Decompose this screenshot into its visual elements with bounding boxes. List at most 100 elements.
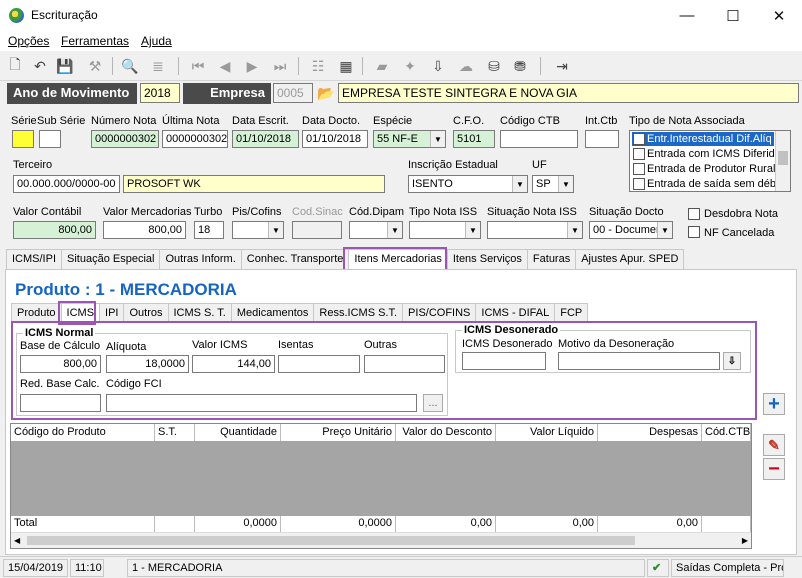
red-base-calc-input[interactable]: [20, 394, 101, 412]
col-valor-desconto[interactable]: Valor do Desconto: [396, 424, 496, 441]
cloud-icon[interactable]: ☁: [456, 56, 476, 76]
col-valor-liquido[interactable]: Valor Líquido: [496, 424, 598, 441]
tipo-nota-checkbox-3[interactable]: [633, 178, 645, 190]
valor-mercadorias-input[interactable]: 800,00: [103, 221, 186, 239]
aliquota-input[interactable]: 18,0000: [106, 355, 189, 373]
ie-select[interactable]: ISENTO ▼: [408, 175, 528, 193]
menu-ferramentas[interactable]: Ferramentas: [61, 34, 129, 48]
subtab-fcp[interactable]: FCP: [554, 303, 589, 323]
cfo-input[interactable]: 5101: [453, 130, 495, 148]
tree-icon[interactable]: ☷: [308, 56, 328, 76]
tab-itens-servicos[interactable]: Itens Serviços: [446, 249, 528, 269]
desdobra-checkbox[interactable]: [688, 208, 700, 220]
valor-contabil-input[interactable]: 800,00: [13, 221, 96, 239]
serie-input[interactable]: [12, 130, 34, 148]
tipo-nota-scrollbar[interactable]: [775, 131, 790, 191]
tipo-nota-item-2[interactable]: Entrada de Produtor Rural: [647, 163, 775, 175]
tipo-nota-checkbox-2[interactable]: [633, 163, 645, 175]
tab-ajustes-apur-sped[interactable]: Ajustes Apur. SPED: [575, 249, 685, 269]
tab-icms-ipi[interactable]: ICMS/IPI: [6, 249, 63, 269]
motivo-desoneracao-input[interactable]: [558, 352, 720, 370]
empresa-code-input[interactable]: 0005: [273, 83, 313, 103]
new-document-icon[interactable]: 🗋: [5, 56, 25, 76]
remove-button[interactable]: −: [763, 458, 785, 480]
codigo-fci-input[interactable]: [106, 394, 417, 412]
tab-faturas[interactable]: Faturas: [526, 249, 577, 269]
codigo-fci-lookup-button[interactable]: ...: [423, 394, 443, 412]
last-record-icon[interactable]: ⏭: [270, 56, 290, 76]
tab-outras-inform[interactable]: Outras Inform.: [159, 249, 242, 269]
outras-input[interactable]: [364, 355, 445, 373]
maximize-button[interactable]: ☐: [710, 0, 756, 31]
col-cod-ctb[interactable]: Cód.CTB: [702, 424, 751, 441]
subtab-icms-difal[interactable]: ICMS - DIFAL: [475, 303, 556, 323]
tipo-nota-iss-select[interactable]: ▼: [409, 221, 481, 239]
ultima-nota-input[interactable]: 0000000302: [162, 130, 228, 148]
exit-icon[interactable]: ⇥: [552, 56, 572, 76]
situacao-docto-select[interactable]: 00 - Documen ▼: [589, 221, 673, 239]
scroll-left-icon[interactable]: ◀: [14, 536, 20, 545]
tipo-nota-list[interactable]: Entr.Interestadual Dif.Alíq Entrada com …: [629, 130, 791, 192]
tipo-nota-item-0[interactable]: Entr.Interestadual Dif.Alíq: [647, 133, 772, 145]
scroll-thumb[interactable]: [27, 536, 635, 545]
col-st[interactable]: S.T.: [155, 424, 195, 441]
minimize-button[interactable]: —: [664, 0, 710, 31]
col-despesas[interactable]: Despesas: [598, 424, 702, 441]
grid-horizontal-scrollbar[interactable]: ◀ ▶: [11, 532, 751, 548]
subserie-input[interactable]: [39, 130, 61, 148]
tab-conhec-transporte[interactable]: Conhec. Transporte: [240, 249, 350, 269]
calculator-icon[interactable]: ▦: [336, 56, 356, 76]
tipo-nota-item-3[interactable]: Entrada de saída sem débi: [647, 178, 778, 190]
data-docto-input[interactable]: 01/10/2018: [302, 130, 368, 148]
uf-select[interactable]: SP ▼: [532, 175, 574, 193]
preview-icon[interactable]: 🔍: [120, 56, 140, 76]
coddipam-select[interactable]: ▼: [349, 221, 403, 239]
col-codigo-produto[interactable]: Código do Produto: [11, 424, 155, 441]
ano-input[interactable]: 2018: [140, 83, 180, 103]
empresa-name-input[interactable]: EMPRESA TESTE SINTEGRA E NOVA GIA: [338, 83, 799, 103]
subtab-ress-icms-st[interactable]: Ress.ICMS S.T.: [313, 303, 404, 323]
import-icon[interactable]: ⇩: [428, 56, 448, 76]
turbo-input[interactable]: 18: [194, 221, 224, 239]
piscofins-select[interactable]: ▼: [232, 221, 284, 239]
chevron-down-icon[interactable]: ▼: [465, 222, 480, 238]
tools-icon[interactable]: ⚒: [85, 56, 105, 76]
especie-select[interactable]: 55 NF-E ▼: [373, 130, 446, 148]
data-escrit-input[interactable]: 01/10/2018: [232, 130, 299, 148]
previous-record-icon[interactable]: ◀: [215, 56, 235, 76]
col-preco-unitario[interactable]: Preço Unitário: [281, 424, 396, 441]
edit-button[interactable]: ✎: [763, 434, 785, 456]
add-button[interactable]: +: [763, 393, 785, 415]
valor-icms-input[interactable]: 144,00: [192, 355, 275, 373]
chevron-down-icon[interactable]: ▼: [512, 176, 527, 192]
chevron-down-icon[interactable]: ▼: [268, 222, 283, 238]
nfe-icon[interactable]: ≣: [148, 56, 168, 76]
subtab-medicamentos[interactable]: Medicamentos: [230, 303, 315, 323]
chevron-down-icon[interactable]: ▼: [657, 222, 672, 238]
database-icon[interactable]: ⛃: [510, 56, 530, 76]
subtab-pis-cofins[interactable]: PIS/COFINS: [402, 303, 477, 323]
next-record-icon[interactable]: ▶: [242, 56, 262, 76]
cib-icon[interactable]: ⛁: [484, 56, 504, 76]
tipo-nota-checkbox-0[interactable]: [633, 133, 645, 145]
chevron-down-icon[interactable]: ▼: [430, 131, 445, 147]
situacao-iss-select[interactable]: ▼: [487, 221, 583, 239]
codigo-ctb-input[interactable]: [500, 130, 578, 148]
puzzle-icon[interactable]: ✦: [400, 56, 420, 76]
folder-icon[interactable]: ▰: [372, 56, 392, 76]
menu-ajuda[interactable]: Ajuda: [141, 34, 172, 48]
nf-cancelada-checkbox[interactable]: [688, 226, 700, 238]
tab-situacao-especial[interactable]: Situação Especial: [61, 249, 161, 269]
tipo-nota-checkbox-1[interactable]: [633, 148, 645, 160]
subtab-ipi[interactable]: IPI: [99, 303, 125, 323]
menu-opcoes[interactable]: Opções: [8, 34, 49, 48]
tipo-nota-item-1[interactable]: Entrada com ICMS Diferido: [647, 148, 781, 160]
chevron-down-icon[interactable]: ▼: [558, 176, 573, 192]
intctb-input[interactable]: [585, 130, 619, 148]
base-calculo-input[interactable]: 800,00: [20, 355, 101, 373]
chevron-down-icon[interactable]: ▼: [567, 222, 582, 238]
terceiro-cnpj-input[interactable]: 00.000.000/0000-00: [13, 175, 120, 193]
first-record-icon[interactable]: ⏮: [188, 56, 208, 76]
open-folder-icon[interactable]: 📂: [316, 83, 336, 103]
scroll-right-icon[interactable]: ▶: [742, 536, 748, 545]
